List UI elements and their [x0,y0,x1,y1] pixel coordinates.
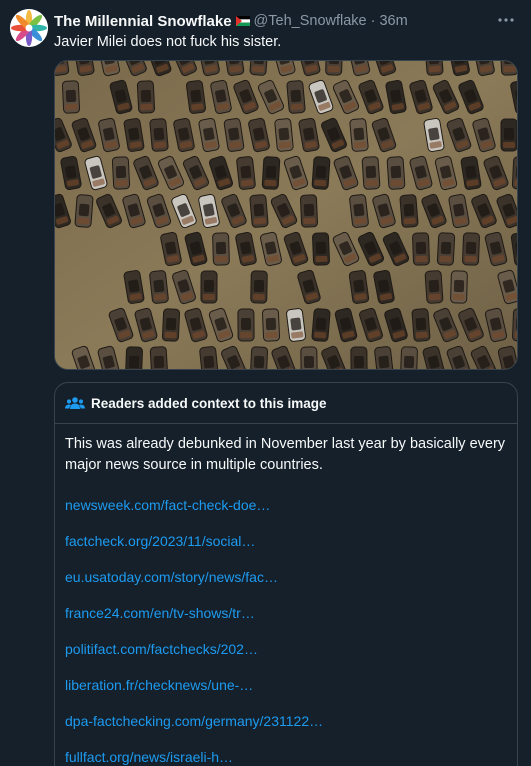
more-options-button[interactable] [495,10,517,30]
tweet-image[interactable] [54,60,518,370]
community-note-title: Readers added context to this image [91,395,327,411]
source-link[interactable]: liberation.fr/checknews/une-… [65,676,507,712]
source-link[interactable]: france24.com/en/tv-shows/tr… [65,604,507,640]
palestine-flag-icon [235,16,250,26]
tweet-text: Javier Milei does not fuck his sister. [54,34,282,50]
avatar[interactable] [10,9,48,47]
separator-dot: · [370,13,376,29]
source-link[interactable]: dpa-factchecking.com/germany/231122… [65,712,507,748]
source-link[interactable]: eu.usatoday.com/story/news/fac… [65,568,507,604]
people-icon [65,395,85,411]
timestamp[interactable]: 36m [379,13,407,29]
community-note: Readers added context to this image This… [54,382,518,766]
source-link[interactable]: factcheck.org/2023/11/social… [65,532,507,568]
community-note-header[interactable]: Readers added context to this image [55,383,517,424]
display-name[interactable]: The Millennial Snowflake [54,13,232,30]
source-link[interactable]: newsweek.com/fact-check-doe… [65,496,507,532]
community-note-body: This was already debunked in November la… [55,424,517,766]
aerial-photo [55,61,517,369]
source-link[interactable]: fullfact.org/news/israeli-h… [65,748,507,766]
tweet-header: The Millennial Snowflake @Teh_Snowflake … [54,11,408,31]
more-horizontal-icon [498,18,514,22]
tweet[interactable]: The Millennial Snowflake @Teh_Snowflake … [0,0,531,766]
snowflake-logo-icon [10,9,48,47]
community-note-text: This was already debunked in November la… [65,436,506,473]
user-handle[interactable]: @Teh_Snowflake [254,13,367,29]
source-link[interactable]: politifact.com/factchecks/202… [65,640,507,676]
community-note-links: newsweek.com/fact-check-doe… factcheck.o… [65,496,507,766]
